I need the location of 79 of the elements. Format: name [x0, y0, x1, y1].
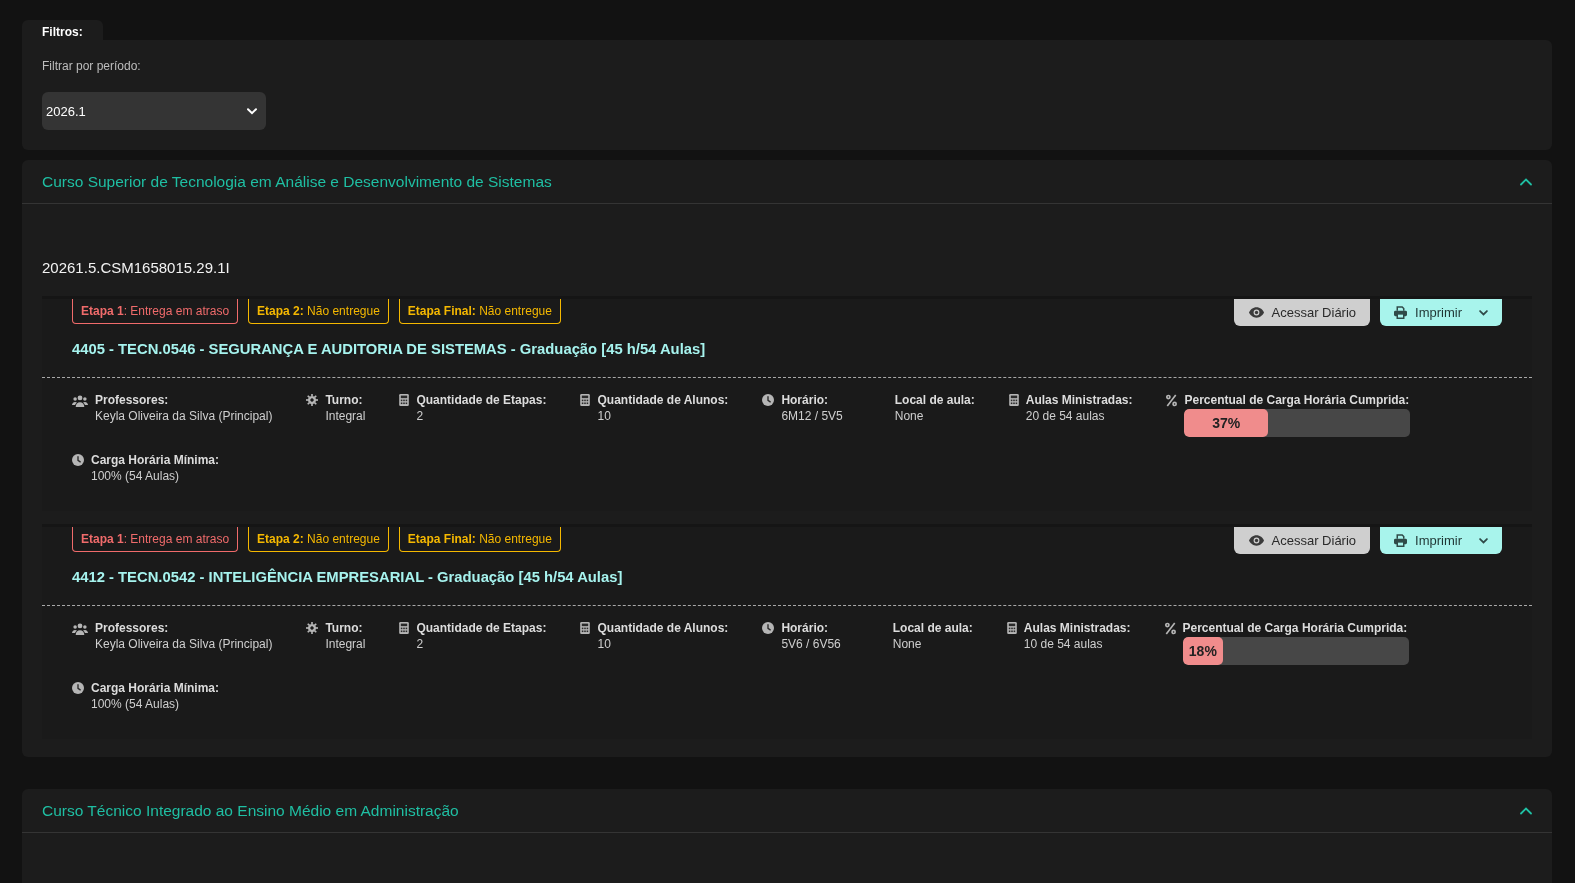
calculator-icon — [399, 622, 410, 634]
stage-badge: Etapa Final: Não entregue — [398, 527, 561, 552]
stage-badge: Etapa Final: Não entregue — [398, 299, 561, 324]
course-title[interactable]: Curso Superior de Tecnologia em Análise e Desenvolvimento de Sistemas — [42, 171, 552, 192]
progress-reading: 37% — [1212, 414, 1241, 432]
detail-value: Integral — [325, 636, 366, 653]
detail-value: 2 — [416, 636, 424, 653]
detail-label: Carga Horária Mínima: — [91, 680, 220, 696]
detail-label: Quantidade de Etapas: — [416, 392, 547, 408]
detail-label: Aulas Ministradas: — [1025, 392, 1133, 408]
detail-value: Keyla Oliveira da Silva (Principal) — [95, 636, 273, 653]
detail-label: Horário: — [781, 392, 830, 408]
detail-label: Horário: — [781, 620, 830, 636]
chevron-down-icon[interactable] — [247, 107, 257, 115]
eye-icon — [1248, 535, 1264, 546]
calculator-icon — [580, 622, 591, 634]
stage-badge: Etapa 2: Não entregue — [248, 527, 389, 552]
period-select[interactable]: 2026.1 — [42, 92, 266, 130]
stage-badge: Etapa 1: Entrega em atraso — [72, 299, 239, 324]
diary-title: 4412 - TECN.0542 - INTELIGÊNCIA EMPRESARIAL - Graduação [45 h/54 Aulas] — [72, 567, 623, 587]
printer-icon — [1394, 534, 1408, 547]
calculator-icon — [580, 394, 591, 406]
detail-value: None — [892, 636, 922, 653]
filters-heading: Filtros: — [22, 20, 103, 40]
detail-value: Integral — [325, 408, 366, 425]
detail-value: 100% (54 Aulas) — [91, 468, 180, 485]
access-diary-button[interactable]: Acessar Diário — [1233, 527, 1371, 554]
detail-label: Aulas Ministradas: — [1023, 620, 1131, 636]
clock-icon — [72, 454, 84, 466]
class-code: 20261.5.CSM1658015.29.1I — [42, 258, 230, 278]
detail-label: Local de aula: — [892, 620, 973, 636]
percent-icon — [1166, 394, 1178, 407]
detail-label: Turno: — [325, 392, 364, 408]
detail-value: 5V6 / 6V56 — [781, 636, 841, 653]
caret-icon — [1479, 537, 1488, 544]
users-icon — [72, 623, 88, 635]
printer-icon — [1394, 306, 1408, 319]
detail-label: Turno: — [325, 620, 364, 636]
chevron-up-icon[interactable] — [1520, 806, 1532, 815]
diary-title: 4405 - TECN.0546 - SEGURANÇA E AUDITORIA DE SISTEMAS - Graduação [45 h/54 Aulas] — [72, 340, 706, 359]
detail-label: Quantidade de Etapas: — [416, 620, 547, 636]
detail-value: 2 — [416, 408, 424, 425]
access-diary-button[interactable]: Acessar Diário — [1233, 299, 1371, 326]
progress-reading: 18% — [1188, 642, 1217, 660]
calculator-icon — [1006, 622, 1017, 634]
detail-label: Professores: — [95, 620, 170, 636]
calculator-icon — [399, 394, 410, 406]
course-title[interactable]: Curso Técnico Integrado ao Ensino Médio em Administração — [42, 800, 459, 821]
detail-value: Keyla Oliveira da Silva (Principal) — [95, 408, 273, 425]
detail-value: None — [894, 408, 924, 425]
detail-value: 100% (54 Aulas) — [91, 696, 180, 713]
percent-icon — [1164, 622, 1176, 635]
print-button[interactable]: Imprimir — [1380, 527, 1502, 554]
calculator-icon — [1008, 394, 1019, 406]
detail-label: Professores: — [95, 392, 170, 408]
detail-value: 20 de 54 aulas — [1025, 408, 1105, 425]
clock-icon — [762, 622, 775, 634]
users-icon — [72, 395, 88, 407]
chevron-up-icon[interactable] — [1520, 177, 1532, 186]
detail-label: Percentual de Carga Horária Cumprida: — [1184, 392, 1411, 408]
detail-value: 10 — [597, 636, 611, 653]
detail-label: Quantidade de Alunos: — [597, 392, 729, 408]
filter-label: Filtrar por período: — [42, 58, 141, 74]
detail-value: 10 de 54 aulas — [1023, 636, 1103, 653]
stage-badge: Etapa 1: Entrega em atraso — [72, 527, 239, 552]
print-button[interactable]: Imprimir — [1380, 299, 1502, 326]
stage-badge: Etapa 2: Não entregue — [248, 299, 389, 324]
gear-icon — [306, 394, 319, 406]
detail-value: 10 — [597, 408, 611, 425]
detail-label: Percentual de Carga Horária Cumprida: — [1182, 620, 1409, 636]
gear-icon — [306, 622, 319, 634]
eye-icon — [1248, 307, 1264, 318]
caret-icon — [1479, 309, 1488, 316]
detail-label: Carga Horária Mínima: — [91, 452, 220, 468]
detail-label: Quantidade de Alunos: — [597, 620, 729, 636]
clock-icon — [762, 394, 775, 406]
clock-icon — [72, 682, 84, 694]
detail-label: Local de aula: — [894, 392, 975, 408]
detail-value: 6M12 / 5V5 — [781, 408, 843, 425]
